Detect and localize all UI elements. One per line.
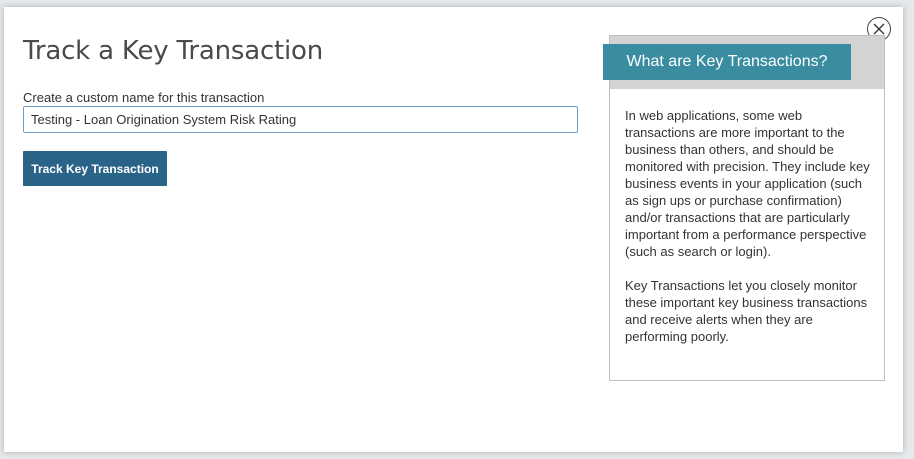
info-panel-body: In web applications, some web transactio… [625,107,875,362]
dialog-title: Track a Key Transaction [23,36,324,66]
info-paragraph: In web applications, some web transactio… [625,108,870,259]
transaction-name-label: Create a custom name for this transactio… [23,90,265,105]
info-panel-heading: What are Key Transactions? [603,44,851,80]
close-icon [873,23,885,35]
info-paragraph: Key Transactions let you closely monitor… [625,278,868,344]
track-key-transaction-button[interactable]: Track Key Transaction [23,151,167,186]
transaction-name-input[interactable] [23,106,578,133]
